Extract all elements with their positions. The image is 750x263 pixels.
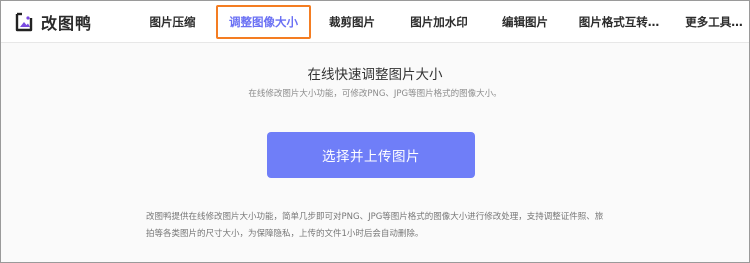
- description-line: 拍等各类图片的尺寸大小，为保障隐私，上传的文件1小时后会自动删除。: [146, 229, 424, 239]
- description-text: 改图鸭提供在线修改图片大小功能，简单几步即可对PNG、JPG等图片格式的图像大小…: [146, 209, 612, 243]
- main-nav: 图片压缩 调整图像大小 裁剪图片 图片加水印 编辑图片 图片格式互转… 更多工具…: [129, 1, 749, 42]
- main-content: 在线快速调整图片大小 在线修改图片大小功能，可修改PNG、JPG等图片格式的图像…: [1, 43, 749, 262]
- nav-item-format-convert[interactable]: 图片格式互转…: [565, 1, 673, 42]
- app-window: 改图鸭 图片压缩 调整图像大小 裁剪图片 图片加水印 编辑图片 图片格式互转… …: [0, 0, 750, 263]
- nav-item-resize[interactable]: 调整图像大小: [216, 4, 311, 39]
- image-logo-icon: [14, 12, 34, 32]
- nav-item-more-tools[interactable]: 更多工具…: [673, 1, 749, 42]
- brand-logo[interactable]: 改图鸭: [1, 10, 129, 34]
- brand-name: 改图鸭: [41, 13, 93, 33]
- upload-image-button[interactable]: 选择并上传图片: [267, 132, 475, 178]
- nav-item-edit[interactable]: 编辑图片: [485, 1, 565, 42]
- page-title: 在线快速调整图片大小: [307, 67, 443, 83]
- description-line: 改图鸭提供在线修改图片大小功能，简单几步即可对PNG、JPG等图片格式的图像大小…: [146, 212, 604, 222]
- nav-item-watermark[interactable]: 图片加水印: [393, 1, 485, 42]
- top-navigation-bar: 改图鸭 图片压缩 调整图像大小 裁剪图片 图片加水印 编辑图片 图片格式互转… …: [1, 1, 749, 43]
- nav-item-crop[interactable]: 裁剪图片: [311, 1, 393, 42]
- page-subtitle: 在线修改图片大小功能，可修改PNG、JPG等图片格式的图像大小。: [248, 89, 502, 99]
- nav-item-compress[interactable]: 图片压缩: [129, 1, 216, 42]
